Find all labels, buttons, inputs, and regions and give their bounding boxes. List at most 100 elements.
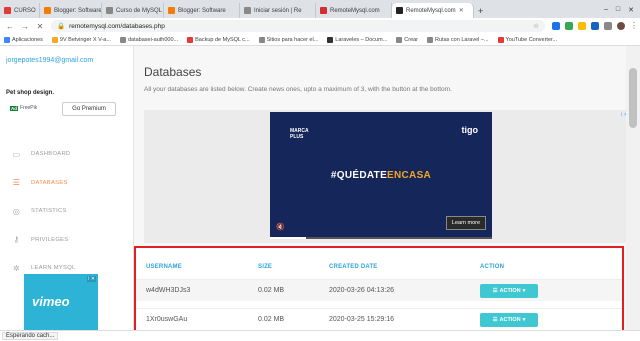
mute-icon[interactable]: 🔇 [276, 223, 285, 231]
learn-more-button[interactable]: Learn more [446, 216, 486, 230]
profile-avatar[interactable] [617, 22, 625, 30]
bookmark-favicon-icon [119, 36, 126, 43]
statistics-icon: ◎ [12, 206, 21, 216]
video-ad: i ✕ MARCA PLUS tigo #QUÉDATEENCASA Learn… [144, 110, 630, 243]
database-icon: ☰ [492, 316, 498, 323]
minimize-icon[interactable]: – [604, 6, 608, 14]
cell-created: 2020-03-26 04:13:26 [329, 287, 394, 294]
sidebar-item-statistics[interactable]: ◎ STATISTICS [0, 197, 134, 226]
page-description: All your databases are listed below. Cre… [144, 86, 452, 93]
tab-favicon-icon [320, 7, 327, 14]
browser-tab[interactable]: Iniciar sesión | Re [240, 3, 316, 18]
bookmark-item[interactable]: Aplicaciones [4, 36, 43, 43]
extension-icon[interactable] [552, 22, 560, 30]
extensions-area: ⋮ [552, 22, 638, 30]
browser-tab[interactable]: Curso de MySQL [102, 3, 164, 18]
sidebar-ad[interactable]: Pet shop design. Ad FreePik Go Premium [6, 90, 130, 120]
column-header-username: USERNAME [146, 264, 182, 270]
cell-created: 2020-03-25 15:29:16 [329, 316, 394, 323]
sidebar-item-label: DASHBOARD [31, 151, 71, 158]
scrollbar-thumb[interactable] [629, 68, 637, 128]
sidebar-item-dashboard[interactable]: ▭ DASHBOARD [0, 140, 134, 169]
browser-tab[interactable]: RemoteMysql.com [316, 3, 392, 18]
new-tab-button[interactable]: + [474, 3, 487, 18]
address-bar[interactable]: 🔒 remotemysql.com/databases.php ☆ [51, 20, 545, 32]
ad-badge: Ad [10, 105, 18, 111]
tab-title: CURSO [14, 7, 36, 14]
sidebar-item-label: DATABASES [31, 179, 68, 186]
cell-size: 0.02 MB [258, 287, 285, 294]
youtube-icon [497, 36, 504, 43]
reload-icon[interactable]: ✕ [36, 22, 44, 31]
browser-tab[interactable]: Blogger: Software [40, 3, 102, 18]
user-email[interactable]: jorgepotes1994@gmail.com [6, 57, 93, 64]
sidebar-item-label: PRIVILEGES [31, 236, 69, 243]
databases-table: USERNAME SIZE CREATED DATE ACTION w4dWH3… [134, 246, 624, 337]
column-header-created-date: CREATED DATE [329, 264, 378, 270]
extension-icon[interactable] [578, 22, 586, 30]
close-window-icon[interactable]: ✕ [628, 6, 634, 14]
bookmark-favicon-icon [51, 36, 58, 43]
caret-down-icon: ▾ [522, 287, 526, 294]
ad-headline: #QUÉDATEENCASA [330, 170, 432, 181]
extension-icon[interactable] [604, 22, 612, 30]
window-controls: – □ ✕ [598, 6, 640, 18]
go-premium-button[interactable]: Go Premium [62, 102, 116, 116]
tab-favicon-icon [4, 7, 11, 14]
back-icon[interactable]: ← [6, 22, 14, 31]
sidebar-item-privileges[interactable]: ⚷ PRIVILEGES [0, 226, 134, 255]
video-progress-bar[interactable] [270, 237, 492, 239]
bookmark-item[interactable]: Crear [396, 36, 418, 43]
url-text: remotemysql.com/databases.php [69, 22, 165, 30]
bookmark-item[interactable]: Laraveles – Docum... [327, 36, 387, 43]
video-player[interactable]: MARCA PLUS tigo #QUÉDATEENCASA Learn mor… [270, 112, 492, 239]
bookmark-favicon-icon [187, 36, 194, 43]
cell-username: 1Xr0uswGAu [146, 316, 188, 323]
ad-choices-icon[interactable]: i ✕ [87, 276, 96, 282]
ad-source: Ad FreePik [10, 105, 38, 111]
browser-tab-active[interactable]: RemoteMysql.com ✕ [392, 3, 474, 18]
browser-tab-strip: CURSO Blogger: Software Curso de MySQL B… [0, 0, 640, 18]
bookmark-item[interactable]: YouTube Converter... [497, 36, 557, 43]
forward-icon[interactable]: → [21, 22, 29, 31]
tigo-logo: tigo [461, 125, 479, 135]
extension-icon[interactable] [565, 22, 573, 30]
table-row: w4dWH3DJs3 0.02 MB 2020-03-26 04:13:26 ☰… [136, 279, 622, 301]
bookmark-item[interactable]: Sitios para hacer el... [258, 36, 318, 43]
browser-status-bar: Esperando cach... [0, 330, 640, 341]
apps-icon [4, 36, 10, 43]
sidebar-item-databases[interactable]: ☰ DATABASES [0, 169, 134, 198]
bookmark-favicon-icon [327, 36, 334, 43]
dashboard-icon: ▭ [12, 149, 21, 159]
vimeo-ad[interactable]: i ✕ vimeo [24, 274, 98, 334]
caret-down-icon: ▾ [522, 316, 526, 323]
marca-logo: MARCA PLUS [290, 128, 309, 140]
page-scrollbar[interactable] [626, 46, 640, 330]
browser-tab[interactable]: Blogger: Software [164, 3, 240, 18]
menu-kebab-icon[interactable]: ⋮ [630, 22, 638, 30]
maximize-icon[interactable]: □ [616, 6, 620, 14]
bookmark-item[interactable]: Backup de MySQL c... [187, 36, 250, 43]
vimeo-logo: vimeo [32, 294, 70, 309]
tab-favicon-icon [396, 7, 403, 14]
tab-favicon-icon [168, 7, 175, 14]
close-tab-icon[interactable]: ✕ [459, 7, 464, 14]
tab-title: Blogger: Software [54, 7, 102, 14]
bookmark-item[interactable]: 9V Betvinger X V-a... [51, 36, 111, 43]
main-content: Databases All your databases are listed … [134, 46, 630, 337]
action-dropdown-button[interactable]: ☰ ACTION ▾ [480, 283, 538, 298]
browser-tab[interactable]: CURSO [0, 3, 40, 18]
table-row: 1Xr0uswGAu 0.02 MB 2020-03-25 15:29:16 ☰… [136, 308, 622, 330]
tab-title: RemoteMysql.com [330, 7, 380, 14]
bookmark-favicon-icon [427, 36, 434, 43]
bookmark-star-icon[interactable]: ☆ [533, 22, 539, 30]
tab-favicon-icon [106, 7, 113, 14]
bookmarks-bar: Aplicaciones 9V Betvinger X V-a... datab… [0, 34, 640, 46]
tab-favicon-icon [244, 7, 251, 14]
bookmark-item[interactable]: Rutas con Laravel –... [427, 36, 489, 43]
action-dropdown-button[interactable]: ☰ ACTION ▾ [480, 312, 538, 327]
ad-title: Pet shop design. [6, 90, 55, 96]
bookmark-item[interactable]: databasei-auth000... [119, 36, 178, 43]
extension-icon[interactable] [591, 22, 599, 30]
page-content: jorgepotes1994@gmail.com Pet shop design… [0, 46, 640, 337]
